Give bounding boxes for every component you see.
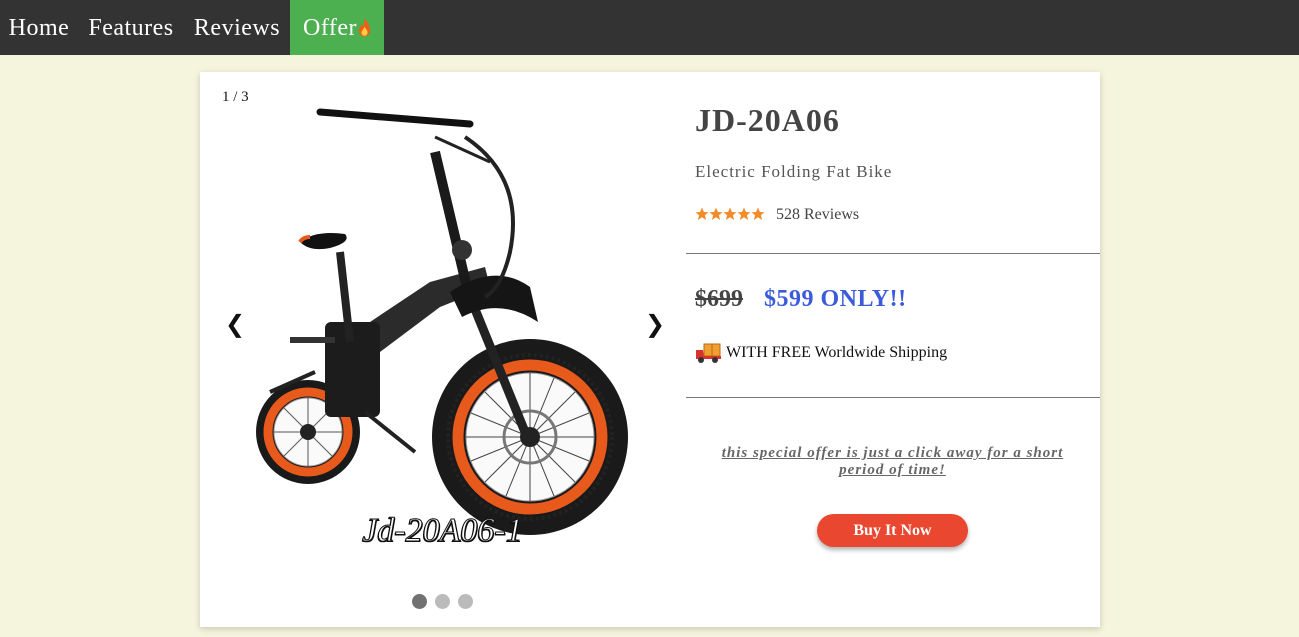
product-subtitle: Electric Folding Fat Bike — [695, 162, 893, 181]
star-icon — [751, 207, 765, 220]
special-offer-text: this special offer is just a click away … — [721, 445, 1064, 478]
nav-offer[interactable]: Offer — [290, 0, 384, 55]
shipping-info: WITH FREE Worldwide Shipping — [726, 344, 948, 361]
slide-dot-3[interactable] — [458, 594, 473, 609]
star-icon — [723, 207, 737, 220]
slide-dot-2[interactable] — [435, 594, 450, 609]
slide-caption: Jd-20A06-1 — [362, 512, 524, 550]
new-price: $599 ONLY!! — [764, 286, 907, 312]
nav-features-label: Features — [88, 15, 174, 41]
prev-slide-button[interactable]: ❮ — [225, 310, 245, 338]
top-nav: Home Features Reviews Offer — [0, 0, 1299, 55]
nav-reviews-label: Reviews — [193, 15, 281, 41]
review-count: 528 Reviews — [776, 206, 860, 223]
nav-offer-label: Offer — [302, 15, 358, 41]
nav-home[interactable]: Home — [0, 0, 78, 55]
star-rating — [695, 207, 767, 226]
divider — [686, 253, 1100, 254]
star-icon — [695, 207, 709, 220]
slide-dots — [412, 594, 481, 614]
star-icon — [709, 207, 723, 220]
old-price: $699 — [695, 286, 743, 312]
divider — [686, 397, 1100, 398]
next-slide-button[interactable]: ❯ — [645, 310, 665, 338]
star-icon — [737, 207, 751, 220]
product-title: JD-20A06 — [695, 102, 840, 138]
slide-dot-1[interactable] — [412, 594, 427, 609]
delivery-truck-icon — [695, 342, 722, 369]
nav-home-label: Home — [8, 15, 70, 41]
buy-now-button[interactable]: Buy It Now — [817, 514, 968, 547]
product-card: 1 / 3 ❮ ❯ Jd-20A06-1 JD-20A06 Electric F… — [200, 72, 1100, 627]
product-image — [240, 82, 660, 552]
fire-icon — [358, 2, 371, 58]
nav-reviews[interactable]: Reviews — [184, 0, 290, 55]
nav-features[interactable]: Features — [78, 0, 184, 55]
